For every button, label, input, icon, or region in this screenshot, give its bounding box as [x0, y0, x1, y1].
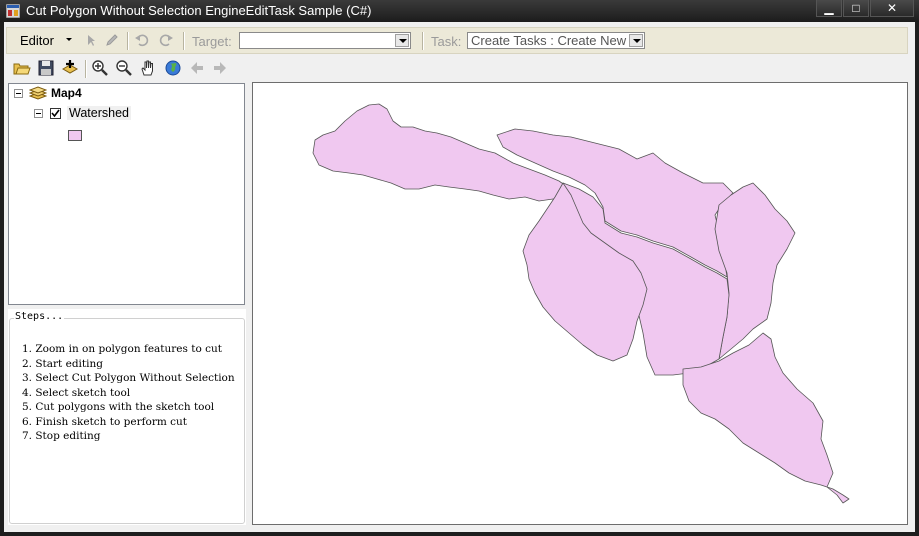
target-label: Target:	[192, 34, 232, 49]
checkmark-icon	[51, 109, 60, 118]
maximize-icon: □	[852, 1, 860, 15]
undo-icon[interactable]	[134, 32, 150, 48]
editor-menu[interactable]: Editor	[20, 33, 54, 48]
back-arrow-icon[interactable]	[188, 59, 206, 77]
map-control[interactable]	[252, 82, 908, 525]
step-item: 3. Select Cut Polygon Without Selection	[22, 372, 235, 384]
minimize-icon: ▁	[824, 1, 834, 15]
maximize-button[interactable]: □	[843, 0, 869, 17]
window-title: Cut Polygon Without Selection EngineEdit…	[26, 3, 372, 18]
step-item: 7. Stop editing	[22, 430, 101, 442]
forward-arrow-icon[interactable]	[211, 59, 229, 77]
save-icon[interactable]	[37, 59, 55, 77]
step-item: 1. Zoom in on polygon features to cut	[22, 343, 222, 355]
map-expander[interactable]	[14, 89, 23, 98]
steps-panel: Steps... 1. Zoom in on polygon features …	[8, 309, 246, 525]
zoom-out-icon[interactable]	[115, 59, 133, 77]
polygon-east[interactable]	[714, 182, 796, 360]
close-button[interactable]: ✕	[870, 0, 914, 17]
step-item: 5. Cut polygons with the sketch tool	[22, 401, 215, 413]
task-value: Create Tasks : Create New	[471, 33, 627, 48]
title-bar: Cut Polygon Without Selection EngineEdit…	[0, 0, 919, 22]
layer-checkbox[interactable]	[50, 108, 61, 119]
redo-icon[interactable]	[158, 32, 174, 48]
table-of-contents: Map4 Watershed	[8, 83, 245, 305]
layer-name[interactable]: Watershed	[67, 106, 131, 120]
minimize-button[interactable]: ▁	[816, 0, 842, 17]
step-item: 6. Finish sketch to perform cut	[22, 415, 187, 428]
globe-icon[interactable]	[164, 59, 182, 77]
arrow-icon[interactable]	[84, 33, 98, 47]
step-item: 4. Select sketch tool	[22, 386, 131, 399]
open-folder-icon[interactable]	[13, 59, 31, 77]
steps-list: 1. Zoom in on polygon features to cut 2.…	[22, 342, 246, 444]
chevron-down-icon[interactable]	[629, 34, 643, 47]
editor-toolbar: Editor Target: Task: Create Tasks : Crea…	[6, 27, 908, 54]
chevron-down-icon[interactable]	[64, 34, 74, 44]
close-icon: ✕	[886, 1, 898, 15]
watershed-map[interactable]	[253, 83, 907, 524]
app-icon	[6, 4, 20, 18]
zoom-in-icon[interactable]	[91, 59, 109, 77]
task-label: Task:	[431, 34, 462, 49]
pan-hand-icon[interactable]	[139, 59, 157, 77]
layer-symbol	[68, 130, 82, 141]
step-item: 2. Start editing	[22, 357, 103, 370]
pencil-icon[interactable]	[105, 33, 119, 47]
target-dropdown[interactable]	[239, 32, 411, 49]
layer-expander[interactable]	[34, 109, 43, 118]
layers-icon	[29, 86, 47, 100]
steps-title: Steps...	[14, 311, 65, 322]
map-name[interactable]: Map4	[51, 86, 82, 100]
chevron-down-icon[interactable]	[395, 34, 409, 47]
add-data-icon[interactable]	[61, 59, 79, 77]
map-toolbar	[6, 56, 908, 80]
task-dropdown[interactable]: Create Tasks : Create New	[467, 32, 645, 49]
